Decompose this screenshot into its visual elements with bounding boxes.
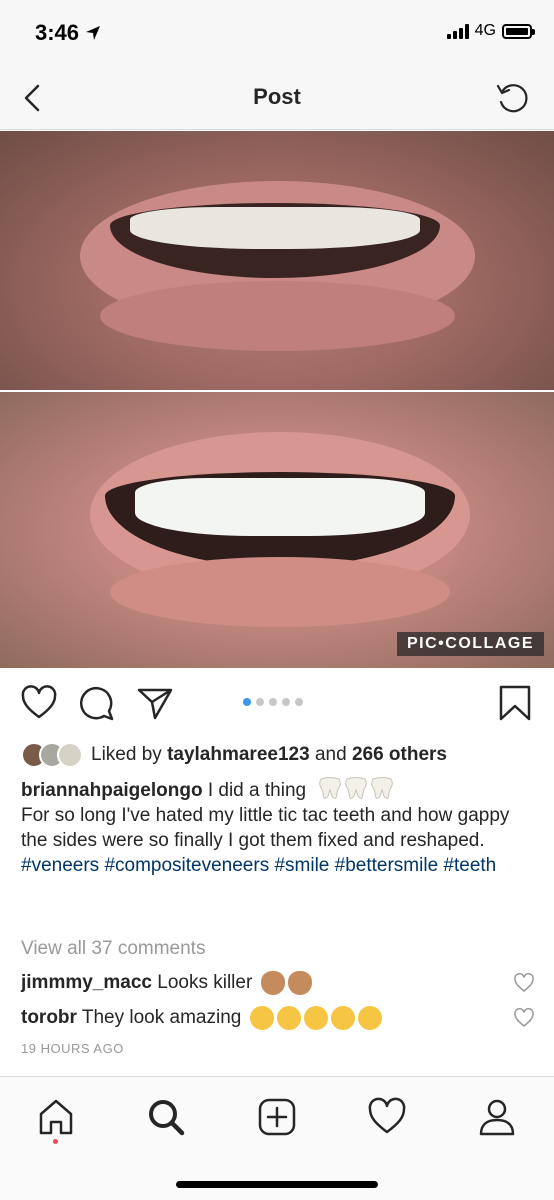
- heart-eyes-emoji-icon: [303, 1006, 328, 1030]
- comment-username[interactable]: torobr: [21, 1007, 77, 1029]
- status-time: 3:46: [35, 20, 101, 46]
- comment-like-heart-icon[interactable]: [514, 1008, 534, 1028]
- home-icon[interactable]: [36, 1097, 76, 1137]
- heart-eyes-emoji-icon: [249, 1006, 274, 1030]
- status-bar: 3:46 4G: [0, 0, 554, 66]
- before-photo: [0, 131, 554, 390]
- network-type: 4G: [474, 22, 496, 39]
- profile-icon[interactable]: [477, 1097, 517, 1137]
- location-arrow-icon: [86, 26, 101, 40]
- comment-icon[interactable]: [78, 684, 116, 722]
- post-caption: briannahpaigelongo I did a thing For so …: [21, 776, 533, 878]
- tooth-emoji-icon: [318, 777, 341, 799]
- share-paper-plane-icon[interactable]: [136, 684, 174, 722]
- refresh-icon[interactable]: [494, 78, 532, 116]
- carousel-indicator: [243, 698, 303, 706]
- home-indicator[interactable]: [176, 1181, 378, 1188]
- search-icon[interactable]: [146, 1097, 186, 1137]
- activity-heart-icon[interactable]: [367, 1097, 407, 1137]
- comment-text: Looks killer: [151, 972, 258, 993]
- page-title: Post: [253, 84, 301, 109]
- caption-hashtags[interactable]: #veneers #compositeveneers #smile #bette…: [21, 853, 533, 878]
- carousel-dot: [282, 698, 290, 706]
- tooth-emoji-icon: [344, 777, 367, 799]
- post-photo[interactable]: PIC•COLLAGE: [0, 131, 554, 668]
- new-post-icon[interactable]: [257, 1097, 297, 1137]
- liker-avatars: [21, 742, 83, 768]
- view-all-comments-link[interactable]: View all 37 comments: [21, 938, 205, 960]
- comment-username[interactable]: jimmmy_macc: [21, 972, 152, 994]
- carousel-dot: [256, 698, 264, 706]
- comment-text: They look amazing: [76, 1007, 247, 1028]
- comment-row: torobr They look amazing: [21, 1004, 534, 1032]
- after-photo: PIC•COLLAGE: [0, 392, 554, 668]
- heart-eyes-emoji-icon: [357, 1006, 382, 1030]
- likes-row[interactable]: Liked by taylahmaree123 and 266 others: [21, 740, 534, 770]
- caption-body: For so long I've hated my little tic tac…: [21, 805, 510, 851]
- liker-username[interactable]: taylahmaree123: [167, 744, 310, 766]
- caption-username[interactable]: briannahpaigelongo: [21, 780, 203, 801]
- comment-like-heart-icon[interactable]: [514, 973, 534, 993]
- battery-icon: [502, 23, 535, 39]
- ok-hand-emoji-icon: [287, 971, 312, 995]
- heart-eyes-emoji-icon: [330, 1006, 355, 1030]
- carousel-dot: [269, 698, 277, 706]
- tab-bar: [0, 1076, 554, 1200]
- liked-by-prefix: Liked by: [91, 744, 162, 765]
- carousel-dot: [243, 698, 251, 706]
- tooth-emoji-icon: [370, 777, 393, 799]
- like-heart-icon[interactable]: [20, 684, 58, 722]
- likes-others[interactable]: 266 others: [352, 744, 447, 766]
- liked-by-middle: and: [309, 744, 352, 765]
- pic-collage-watermark: PIC•COLLAGE: [397, 632, 544, 656]
- bookmark-icon[interactable]: [496, 684, 534, 722]
- caption-line1: I did a thing: [202, 780, 312, 801]
- nav-bar: Post: [0, 66, 554, 130]
- action-row: [0, 672, 554, 734]
- heart-eyes-emoji-icon: [276, 1006, 301, 1030]
- avatar: [57, 742, 83, 768]
- carousel-dot: [295, 698, 303, 706]
- post-timestamp: 19 HOURS AGO: [21, 1041, 124, 1056]
- ok-hand-emoji-icon: [260, 971, 285, 995]
- notification-dot: [53, 1139, 58, 1144]
- comment-row: jimmmy_macc Looks killer: [21, 969, 534, 997]
- signal-icon: [446, 23, 469, 39]
